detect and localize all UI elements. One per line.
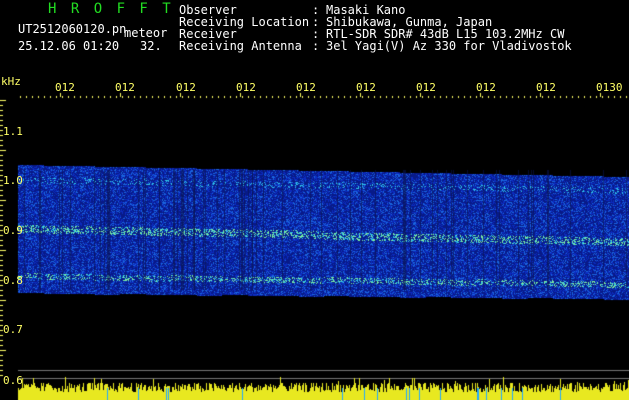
x-tick-label: 012 [115, 81, 135, 94]
y-tick-label: 1.0 [3, 174, 23, 187]
detection-label: meteor [124, 26, 168, 40]
capture-datetime: 25.12.06 01:20 [18, 39, 120, 53]
x-tick-label: 012 [296, 81, 316, 94]
spectrogram-display [0, 0, 629, 400]
colon: : [312, 39, 320, 53]
meteor-count: 32. [140, 39, 162, 53]
x-tick-label: 0130 [596, 81, 623, 94]
y-tick-label: 0.9 [3, 224, 23, 237]
y-tick-label: 0.6 [3, 374, 23, 387]
y-tick-label: 0.8 [3, 274, 23, 287]
x-tick-label: 012 [55, 81, 75, 94]
x-tick-label: 012 [176, 81, 196, 94]
y-tick-label: 0.7 [3, 323, 23, 336]
y-tick-label: 1.1 [3, 125, 23, 138]
x-tick-label: 012 [236, 81, 256, 94]
x-tick-label: 012 [536, 81, 556, 94]
brand-title: H R O F F T [48, 1, 174, 17]
x-tick-label: 012 [356, 81, 376, 94]
x-tick-label: 012 [476, 81, 496, 94]
antenna-label: Receiving Antenna [179, 39, 302, 53]
file-name: UT2512060120.pn [18, 22, 127, 36]
antenna-value: 3el Yagi(V) Az 330 for Vladivostok [326, 39, 572, 53]
x-tick-label: 012 [416, 81, 436, 94]
y-axis-unit: kHz [1, 75, 21, 88]
